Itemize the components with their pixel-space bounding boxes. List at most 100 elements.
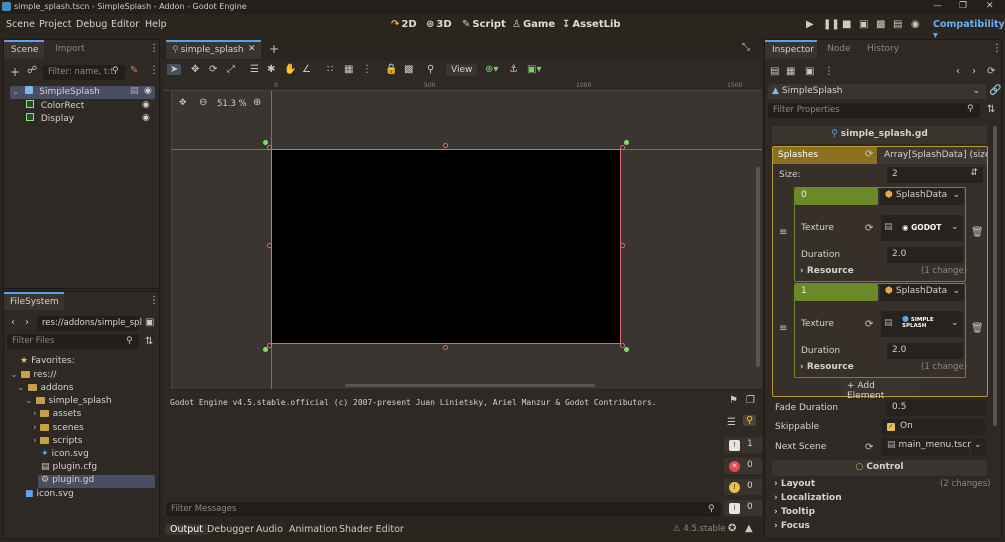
script-section-header[interactable]: ⚲ simple_splash.gd [772,126,987,144]
minimize-button[interactable]: — [933,1,942,11]
menu-dots-icon[interactable]: ⋮ [992,43,1002,54]
maximize-button[interactable]: ❐ [959,1,967,11]
resize-handle[interactable] [267,243,272,248]
link-icon[interactable]: ☍ [27,65,37,76]
resize-handle[interactable] [267,343,272,348]
menu-project[interactable]: Project [39,19,72,30]
splashdata-resource[interactable]: ⬢ SplashData ⌄ [880,188,964,205]
forward-arrow-icon[interactable]: › [25,317,29,328]
tab-import[interactable]: Import [55,44,85,54]
fs-simple-splash[interactable]: ⌄ simple_splash [25,396,112,406]
duration-input[interactable]: 2.0 [887,343,963,359]
node-docs-icon[interactable]: 🔗 [989,85,1001,96]
tab-shader-editor[interactable]: Shader Editor [339,524,404,535]
tab-audio[interactable]: Audio [256,524,283,535]
fs-assets[interactable]: › assets [33,409,81,419]
workspace-3d[interactable]: ⊛ 3D [426,19,452,30]
pin-icon[interactable]: ✪ [728,523,736,534]
tree-node-colorrect[interactable]: ColorRect ◉ [26,100,155,113]
stop-icon[interactable]: ■ [842,19,851,30]
movie-maker-icon[interactable]: ◉ [911,19,920,30]
size-spinbox[interactable]: 2 ⇵ [887,167,983,183]
texture-picker[interactable]: ▤ ● SIMPLE SPLASH ⌄ [881,311,963,337]
clear-output-icon[interactable]: ⚑ [729,395,738,406]
fs-scenes[interactable]: › scenes [33,423,84,433]
collapse-icon[interactable]: ☰ [727,417,736,428]
vertical-scrollbar[interactable] [756,167,760,367]
duration-input[interactable]: 2.0 [887,247,963,263]
visibility-eye-icon[interactable]: ◉ [144,86,152,96]
play-scene-icon[interactable]: ▩ [876,19,885,30]
control-section-header[interactable]: ○ Control [772,460,987,476]
revert-icon[interactable]: ⟳ [865,149,873,160]
anchor-handle[interactable] [624,140,629,145]
smart-snap-icon[interactable]: ∷ [327,64,333,75]
zoom-in-icon[interactable]: ⊕ [253,97,261,108]
search-toggle-icon[interactable]: ⚲ [743,415,757,426]
back-arrow-icon[interactable]: ‹ [11,317,15,328]
section-tooltip[interactable]: › Tooltip [774,507,815,517]
next-scene-picker[interactable]: ▤ main_menu.tscn [882,438,973,456]
add-node-icon[interactable]: + [10,65,20,79]
fs-res-root[interactable]: ⌄ res:// [10,370,56,380]
fs-icon-svg[interactable]: ✦ icon.svg [41,449,89,459]
menu-dots-icon[interactable]: ⋮ [149,295,159,306]
tab-inspector[interactable]: Inspector [765,40,817,59]
filter-messages-input[interactable]: Filter Messages [166,502,721,517]
tab-debugger[interactable]: Debugger [207,524,254,535]
visibility-eye-icon[interactable]: ◉ [142,100,150,110]
canvas-viewport[interactable]: 0 500 1000 1500 ✥ ⊖ 51.3 % ⊕ [163,82,762,389]
new-tab-icon[interactable]: + [269,42,279,56]
spinner-icon[interactable]: ⇵ [970,168,978,178]
fs-scripts[interactable]: › scripts [33,436,82,446]
close-button[interactable]: ✕ [986,1,994,11]
fade-duration-input[interactable]: 0.5 [887,400,985,416]
add-icon[interactable]: ⊕▾ [485,64,498,75]
workspace-script[interactable]: ✎ Script [462,19,506,30]
script-attach-icon[interactable]: ✎ [130,65,138,76]
pan-view-icon[interactable]: ✥ [179,98,187,108]
resize-handle[interactable] [443,345,448,350]
select-mode-icon[interactable]: ➤ [167,64,182,75]
sort-icon[interactable]: ⇅ [145,336,153,347]
inspector-scrollbar[interactable] [993,126,997,426]
zoom-out-icon[interactable]: ⊖ [199,97,207,108]
scene-menu-icon[interactable]: ⋮ [149,65,159,76]
tab-simple-splash[interactable]: ⚲ simple_splash ✕ [166,40,261,59]
filter-options-icon[interactable]: ⇅ [987,104,995,115]
renderer-select[interactable]: Compatibility ▾ [933,19,1005,41]
tab-node[interactable]: Node [827,44,851,54]
fs-plugin-gd[interactable]: ⚙ plugin.gd [38,475,155,488]
resize-handle[interactable] [443,143,448,148]
anchor-preset-icon[interactable]: ▣▾ [527,64,541,75]
resize-handle[interactable] [267,145,272,150]
filter-errors-button[interactable]: ✕ 0 [724,458,762,474]
drag-handle-icon[interactable]: ≡ [779,323,787,334]
tab-filesystem[interactable]: FileSystem [4,292,64,310]
anchor-handle[interactable] [263,140,268,145]
play-custom-icon[interactable]: ▤ [893,19,902,30]
add-element-button[interactable]: + Add Element [841,378,919,401]
split-view-icon[interactable]: ▣ [145,317,154,328]
rotate-mode-icon[interactable]: ⟳ [209,64,217,75]
expand-panel-icon[interactable]: ▲ [745,523,753,534]
script-icon[interactable]: ▤ [130,86,139,96]
pan-icon[interactable]: ✋ [284,64,296,75]
splash-colorrect[interactable] [271,149,621,344]
distraction-free-icon[interactable]: ⤡ [742,42,750,53]
list-select-icon[interactable]: ☰ [250,64,259,75]
horizontal-scrollbar[interactable] [345,384,595,387]
workspace-assetlib[interactable]: ↧ AssetLib [562,19,621,30]
lock-icon[interactable]: 🔒 [385,64,397,75]
delete-icon[interactable]: 🗑 [971,323,984,334]
pause-icon[interactable]: ❚❚ [823,19,840,30]
anchor-icon[interactable]: ⚓ [509,64,518,75]
menu-scene[interactable]: Scene [6,19,35,30]
resize-handle[interactable] [620,243,625,248]
section-layout[interactable]: › Layout [774,479,815,489]
menu-help[interactable]: Help [145,19,167,30]
workspace-2d[interactable]: ↷ 2D [391,19,417,30]
ruler-icon[interactable]: ∠ [302,64,311,75]
tree-node-simplesplash[interactable]: ⌄ SimpleSplash ▤ ◉ [10,86,155,99]
view-menu[interactable]: View [446,64,478,76]
